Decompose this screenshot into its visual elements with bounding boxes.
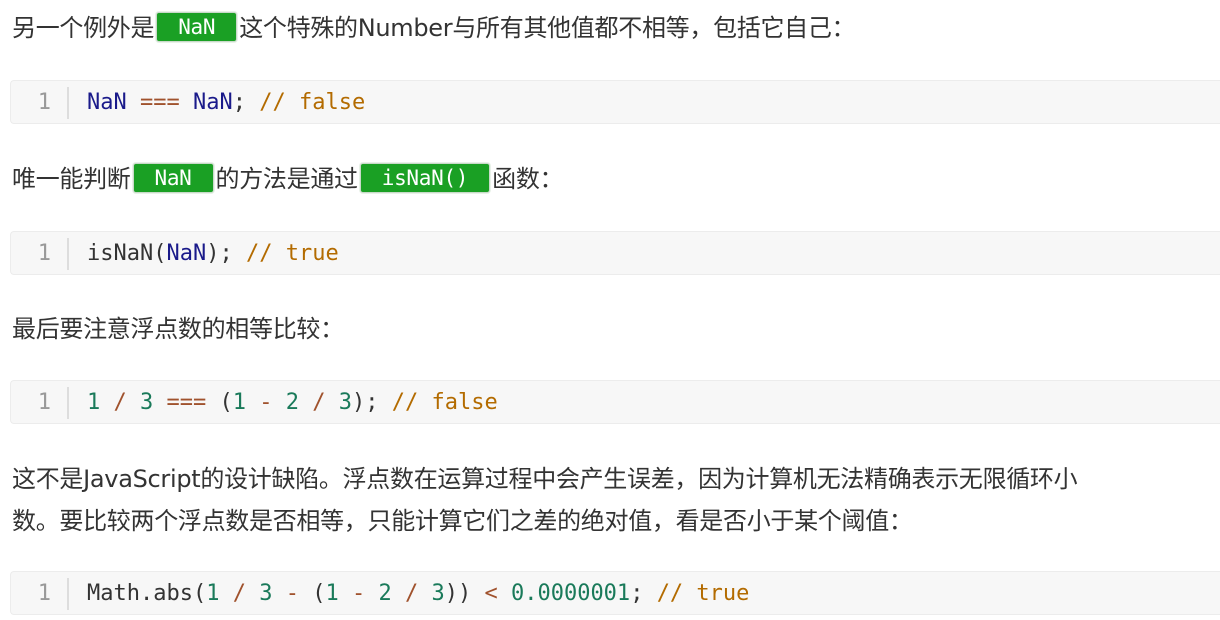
code-token-operator: / [312, 390, 326, 415]
paragraph-nan-exception: 另一个例外是 NaN 这个特殊的Number与所有其他值都不相等，包括它自己： [12, 8, 856, 48]
code-token-operator: / [113, 390, 127, 415]
code-token-code [153, 390, 166, 415]
code-token-number: 1 [206, 581, 220, 606]
code-block: 1 1 / 3 === (1 - 2 / 3); // false [10, 380, 1220, 424]
code-token-code [365, 581, 378, 606]
code-token-code: isNaN( [87, 241, 167, 266]
code-token-code: )) [444, 581, 485, 606]
code-block: 1 isNaN(NaN); // true [10, 231, 1220, 275]
code-line: isNaN(NaN); // true [87, 238, 339, 270]
paragraph-text: 的方法是通过 [215, 165, 359, 193]
article-content: 另一个例外是 NaN 这个特殊的Number与所有其他值都不相等，包括它自己： 1 … [0, 0, 1220, 620]
code-token-comment: // false [391, 390, 498, 415]
code-token-operator: === [140, 90, 180, 115]
code-token-number: 2 [285, 390, 299, 415]
code-token-code [392, 581, 405, 606]
code-block: 1 Math.abs(1 / 3 - (1 - 2 / 3)) < 0.0000… [10, 571, 1220, 615]
paragraph-text: 另一个例外是 [12, 14, 155, 42]
code-token-number: 3 [259, 581, 273, 606]
code-token-comment: // true [656, 581, 750, 606]
code-token-code [127, 90, 140, 115]
code-token-operator: - [259, 390, 273, 415]
code-token-operator: === [166, 390, 207, 415]
paragraph-isnan: 唯一能判断 NaN 的方法是通过 isNaN() 函数： [12, 159, 564, 199]
code-token-code: ; [630, 581, 657, 606]
code-token-number: 1 [87, 390, 101, 415]
code-token-identifier: NaN [87, 90, 127, 115]
code-token-comment: // true [245, 241, 339, 266]
code-token-identifier: NaN [193, 90, 233, 115]
paragraph-line: 这不是JavaScript的设计缺陷。浮点数在运算过程中会产生误差，因为计算机无… [12, 465, 1078, 493]
inline-code-nan: NaN [132, 163, 214, 193]
code-token-number: 0.0000001 [510, 581, 631, 606]
code-token-operator: < [484, 581, 498, 606]
code-token-operator: / [404, 581, 419, 606]
paragraph-float-compare: 最后要注意浮点数的相等比较： [12, 309, 344, 349]
line-number: 1 [11, 87, 69, 119]
paragraph-text: 函数： [492, 165, 564, 193]
code-line: NaN === NaN; // false [87, 87, 365, 119]
code-token-comment: // false [259, 90, 366, 115]
code-token-identifier: NaN [166, 241, 207, 266]
code-token-code [100, 390, 113, 415]
code-token-operator: - [351, 581, 366, 606]
code-token-code: Math.abs( [87, 581, 207, 606]
inline-code-isnan: isNaN() [359, 163, 491, 193]
line-number: 1 [11, 387, 69, 419]
code-token-code [326, 390, 339, 415]
code-token-code [219, 581, 232, 606]
code-token-operator: - [285, 581, 299, 606]
code-token-code: ); [206, 241, 246, 266]
code-token-code [418, 581, 431, 606]
paragraph-text: 唯一能判断 [12, 165, 131, 193]
code-token-number: 2 [378, 581, 392, 606]
code-line: 1 / 3 === (1 - 2 / 3); // false [87, 387, 498, 419]
code-token-number: 3 [338, 390, 352, 415]
line-number: 1 [11, 578, 69, 610]
paragraph-text: 最后要注意浮点数的相等比较： [12, 315, 344, 343]
code-token-code [498, 581, 511, 606]
code-token-code [339, 581, 352, 606]
code-token-operator: / [232, 581, 246, 606]
inline-code-nan: NaN [156, 12, 238, 42]
code-block: 1 NaN === NaN; // false [10, 80, 1220, 124]
code-token-number: 3 [140, 390, 154, 415]
paragraph-float-explanation: 这不是JavaScript的设计缺陷。浮点数在运算过程中会产生误差，因为计算机无… [12, 459, 1078, 499]
paragraph-text: 这个特殊的Number与所有其他值都不相等，包括它自己： [239, 14, 856, 42]
code-token-code [299, 390, 312, 415]
code-token-number: 1 [232, 390, 246, 415]
code-token-number: 3 [431, 581, 445, 606]
code-token-code: ( [298, 581, 326, 606]
paragraph-line: 数。要比较两个浮点数是否相等，只能计算它们之差的绝对值，看是否小于某个阈值： [12, 507, 913, 535]
code-token-code [127, 390, 140, 415]
paragraph-float-explanation-cont: 数。要比较两个浮点数是否相等，只能计算它们之差的绝对值，看是否小于某个阈值： [12, 501, 913, 541]
line-number: 1 [11, 238, 69, 270]
code-line: Math.abs(1 / 3 - (1 - 2 / 3)) < 0.000000… [87, 578, 749, 610]
code-token-code: ); [352, 390, 392, 415]
code-token-code [246, 390, 259, 415]
code-token-code: ( [206, 390, 233, 415]
code-token-code: ; [232, 90, 260, 115]
code-token-number: 1 [325, 581, 339, 606]
code-token-code [273, 390, 286, 415]
code-token-code [246, 581, 259, 606]
code-token-code [272, 581, 285, 606]
code-token-code [180, 90, 193, 115]
